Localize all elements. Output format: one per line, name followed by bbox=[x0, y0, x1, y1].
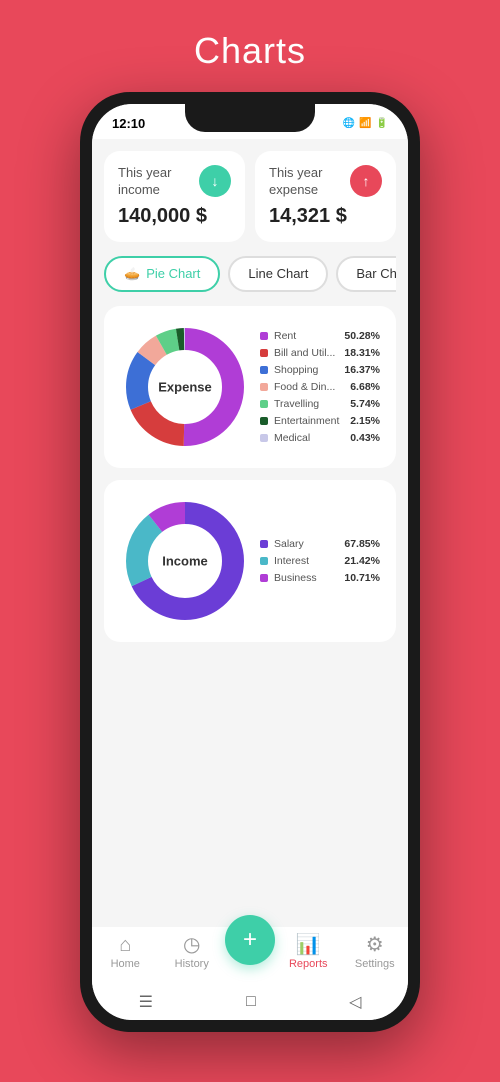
income-chart-card: Income Salary 67.85% Interest 21.42% Bus… bbox=[104, 480, 396, 642]
legend-pct: 67.85% bbox=[344, 538, 380, 550]
legend-item: Business 10.71% bbox=[260, 572, 380, 584]
legend-name: Salary bbox=[274, 538, 338, 550]
expense-icon: ↑ bbox=[350, 165, 382, 197]
phone-shell: 12:10 🌐 📶 🔋 This year income ↓ 140,000 $ bbox=[80, 92, 420, 1032]
legend-pct: 0.43% bbox=[350, 432, 380, 444]
phone-screen: 12:10 🌐 📶 🔋 This year income ↓ 140,000 $ bbox=[92, 104, 408, 1020]
android-home-icon: □ bbox=[246, 993, 256, 1011]
expense-value: 14,321 $ bbox=[269, 205, 382, 228]
expense-donut-label: Expense bbox=[158, 379, 211, 394]
tab-bar-chart[interactable]: Bar Chart bbox=[336, 256, 396, 292]
expense-legend: Rent 50.28% Bill and Util... 18.31% Shop… bbox=[260, 330, 380, 444]
tab-line-chart[interactable]: Line Chart bbox=[228, 256, 328, 292]
legend-color bbox=[260, 557, 268, 565]
legend-item: Travelling 5.74% bbox=[260, 398, 380, 410]
android-back-icon: ◁ bbox=[349, 992, 361, 1012]
nav-home[interactable]: ⌂ Home bbox=[92, 935, 159, 970]
legend-pct: 18.31% bbox=[344, 347, 380, 359]
legend-color bbox=[260, 540, 268, 548]
income-label: This year income bbox=[118, 165, 199, 199]
legend-name: Food & Din... bbox=[274, 381, 344, 393]
legend-name: Travelling bbox=[274, 398, 344, 410]
summary-row: This year income ↓ 140,000 $ This year e… bbox=[104, 151, 396, 242]
page-title: Charts bbox=[194, 30, 306, 72]
legend-pct: 21.42% bbox=[344, 555, 380, 567]
legend-name: Medical bbox=[274, 432, 344, 444]
status-bar: 12:10 🌐 📶 🔋 bbox=[92, 104, 408, 139]
legend-pct: 16.37% bbox=[344, 364, 380, 376]
tab-pie-chart[interactable]: 🥧 Pie Chart bbox=[104, 256, 220, 292]
nav-settings-label: Settings bbox=[355, 958, 395, 970]
legend-item: Medical 0.43% bbox=[260, 432, 380, 444]
legend-pct: 50.28% bbox=[344, 330, 380, 342]
legend-color bbox=[260, 574, 268, 582]
legend-color bbox=[260, 366, 268, 374]
legend-color bbox=[260, 383, 268, 391]
legend-item: Salary 67.85% bbox=[260, 538, 380, 550]
android-menu-icon: ☰ bbox=[139, 992, 153, 1012]
income-card: This year income ↓ 140,000 $ bbox=[104, 151, 245, 242]
expense-label: This year expense bbox=[269, 165, 350, 199]
income-legend: Salary 67.85% Interest 21.42% Business 1… bbox=[260, 538, 380, 584]
nav-home-label: Home bbox=[111, 958, 140, 970]
status-time: 12:10 bbox=[112, 116, 145, 131]
legend-item: Interest 21.42% bbox=[260, 555, 380, 567]
legend-name: Entertainment bbox=[274, 415, 344, 427]
legend-name: Rent bbox=[274, 330, 338, 342]
legend-item: Entertainment 2.15% bbox=[260, 415, 380, 427]
income-donut: Income bbox=[120, 496, 250, 626]
income-icon: ↓ bbox=[199, 165, 231, 197]
expense-card: This year expense ↑ 14,321 $ bbox=[255, 151, 396, 242]
chart-tabs: 🥧 Pie Chart Line Chart Bar Chart bbox=[104, 256, 396, 292]
legend-pct: 5.74% bbox=[350, 398, 380, 410]
legend-pct: 6.68% bbox=[350, 381, 380, 393]
legend-item: Food & Din... 6.68% bbox=[260, 381, 380, 393]
legend-color bbox=[260, 417, 268, 425]
home-icon: ⌂ bbox=[119, 935, 131, 955]
legend-item: Shopping 16.37% bbox=[260, 364, 380, 376]
legend-name: Business bbox=[274, 572, 338, 584]
legend-name: Bill and Util... bbox=[274, 347, 338, 359]
legend-pct: 2.15% bbox=[350, 415, 380, 427]
legend-name: Interest bbox=[274, 555, 338, 567]
nav-history[interactable]: ◷ History bbox=[159, 935, 226, 970]
legend-color bbox=[260, 349, 268, 357]
bottom-nav: ⌂ Home ◷ History + 📊 Reports ⚙ Settings bbox=[92, 927, 408, 984]
income-donut-label: Income bbox=[162, 553, 208, 568]
legend-color bbox=[260, 434, 268, 442]
legend-pct: 10.71% bbox=[344, 572, 380, 584]
screen-content[interactable]: This year income ↓ 140,000 $ This year e… bbox=[92, 139, 408, 927]
legend-color bbox=[260, 400, 268, 408]
expense-chart-card: Expense Rent 50.28% Bill and Util... 18.… bbox=[104, 306, 396, 468]
reports-icon: 📊 bbox=[296, 935, 321, 955]
notch bbox=[185, 104, 315, 132]
settings-icon: ⚙ bbox=[366, 935, 384, 955]
nav-settings[interactable]: ⚙ Settings bbox=[342, 935, 409, 970]
legend-item: Rent 50.28% bbox=[260, 330, 380, 342]
history-icon: ◷ bbox=[183, 935, 200, 955]
expense-donut: Expense bbox=[120, 322, 250, 452]
android-nav: ☰ □ ◁ bbox=[92, 984, 408, 1020]
legend-color bbox=[260, 332, 268, 340]
nav-reports[interactable]: 📊 Reports bbox=[275, 935, 342, 970]
nav-reports-label: Reports bbox=[289, 958, 328, 970]
nav-history-label: History bbox=[175, 958, 209, 970]
fab-add-button[interactable]: + bbox=[225, 915, 275, 965]
status-icons: 🌐 📶 🔋 bbox=[343, 118, 388, 129]
legend-item: Bill and Util... 18.31% bbox=[260, 347, 380, 359]
income-value: 140,000 $ bbox=[118, 205, 231, 228]
legend-name: Shopping bbox=[274, 364, 338, 376]
